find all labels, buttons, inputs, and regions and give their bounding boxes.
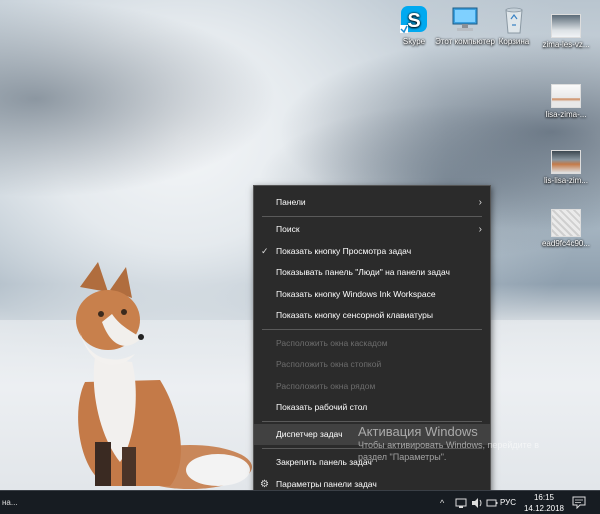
menu-item-panels[interactable]: Панели ›: [254, 192, 490, 213]
desktop-icon-label: ead9fc4c90...: [541, 239, 591, 248]
recycle-bin-icon: [497, 5, 531, 35]
svg-text:S: S: [407, 10, 420, 32]
activation-subtitle-1: Чтобы активировать Windows, перейдите в: [358, 440, 539, 450]
activation-watermark: Активация Windows Чтобы активировать Win…: [358, 424, 600, 463]
menu-item-ink-workspace[interactable]: Показать кнопку Windows Ink Workspace: [254, 284, 490, 305]
menu-item-task-view[interactable]: ✓ Показать кнопку Просмотра задач: [254, 241, 490, 262]
desktop-icon-file-4[interactable]: ead9fc4c90...: [534, 205, 598, 249]
menu-item-people[interactable]: Показывать панель "Люди" на панели задач: [254, 262, 490, 283]
show-hidden-icons-button[interactable]: ^: [440, 491, 444, 514]
action-center-icon[interactable]: [572, 496, 586, 509]
computer-icon: [448, 5, 482, 35]
image-file-icon: [551, 209, 581, 237]
desktop-icon-file-3[interactable]: lis-lisa-zim...: [534, 146, 598, 186]
clock-date: 14.12.2018: [523, 504, 565, 513]
fox-image: [76, 262, 252, 489]
desktop-icon-label: lis-lisa-zim...: [544, 176, 588, 185]
activation-subtitle-2: раздел "Параметры".: [358, 452, 447, 462]
skype-icon: S: [397, 5, 431, 35]
speaker-icon[interactable]: [471, 497, 483, 509]
menu-item-stack: Расположить окна стопкой: [276, 359, 382, 369]
network-icon[interactable]: [455, 497, 467, 509]
battery-icon[interactable]: [486, 497, 498, 509]
clock-time: 16:15: [533, 493, 555, 502]
chevron-right-icon: ›: [478, 224, 482, 235]
taskbar[interactable]: на... ^ РУС 16:15 14.12.2018: [0, 490, 600, 514]
menu-item-search[interactable]: Поиск ›: [254, 219, 490, 240]
menu-item-touch-keyboard[interactable]: Показать кнопку сенсорной клавиатуры: [254, 305, 490, 326]
language-indicator[interactable]: РУС: [500, 491, 516, 514]
image-file-icon: [551, 84, 581, 108]
chevron-right-icon: ›: [478, 197, 482, 208]
image-file-icon: [551, 14, 581, 38]
menu-separator: [262, 421, 482, 422]
menu-separator: [262, 329, 482, 330]
taskbar-app-button[interactable]: на...: [0, 491, 18, 514]
menu-item-show-desktop[interactable]: Показать рабочий стол: [254, 397, 490, 418]
taskbar-clock[interactable]: 16:15 14.12.2018: [522, 492, 566, 514]
menu-item-cascade: Расположить окна каскадом: [276, 338, 388, 348]
desktop-icon-file-2[interactable]: lisa-zima-...: [534, 80, 598, 120]
desktop-icon-label: lisa-zima-...: [545, 110, 587, 119]
menu-separator: [262, 216, 482, 217]
image-file-icon: [551, 150, 581, 174]
checkmark-icon: ✓: [261, 246, 269, 256]
desktop-icon-label: zima-les-vz...: [542, 40, 590, 49]
activation-title: Активация Windows: [358, 424, 478, 439]
menu-item-side-by-side: Расположить окна рядом: [276, 381, 376, 391]
desktop-icon-file-1[interactable]: zima-les-vz...: [534, 10, 598, 50]
